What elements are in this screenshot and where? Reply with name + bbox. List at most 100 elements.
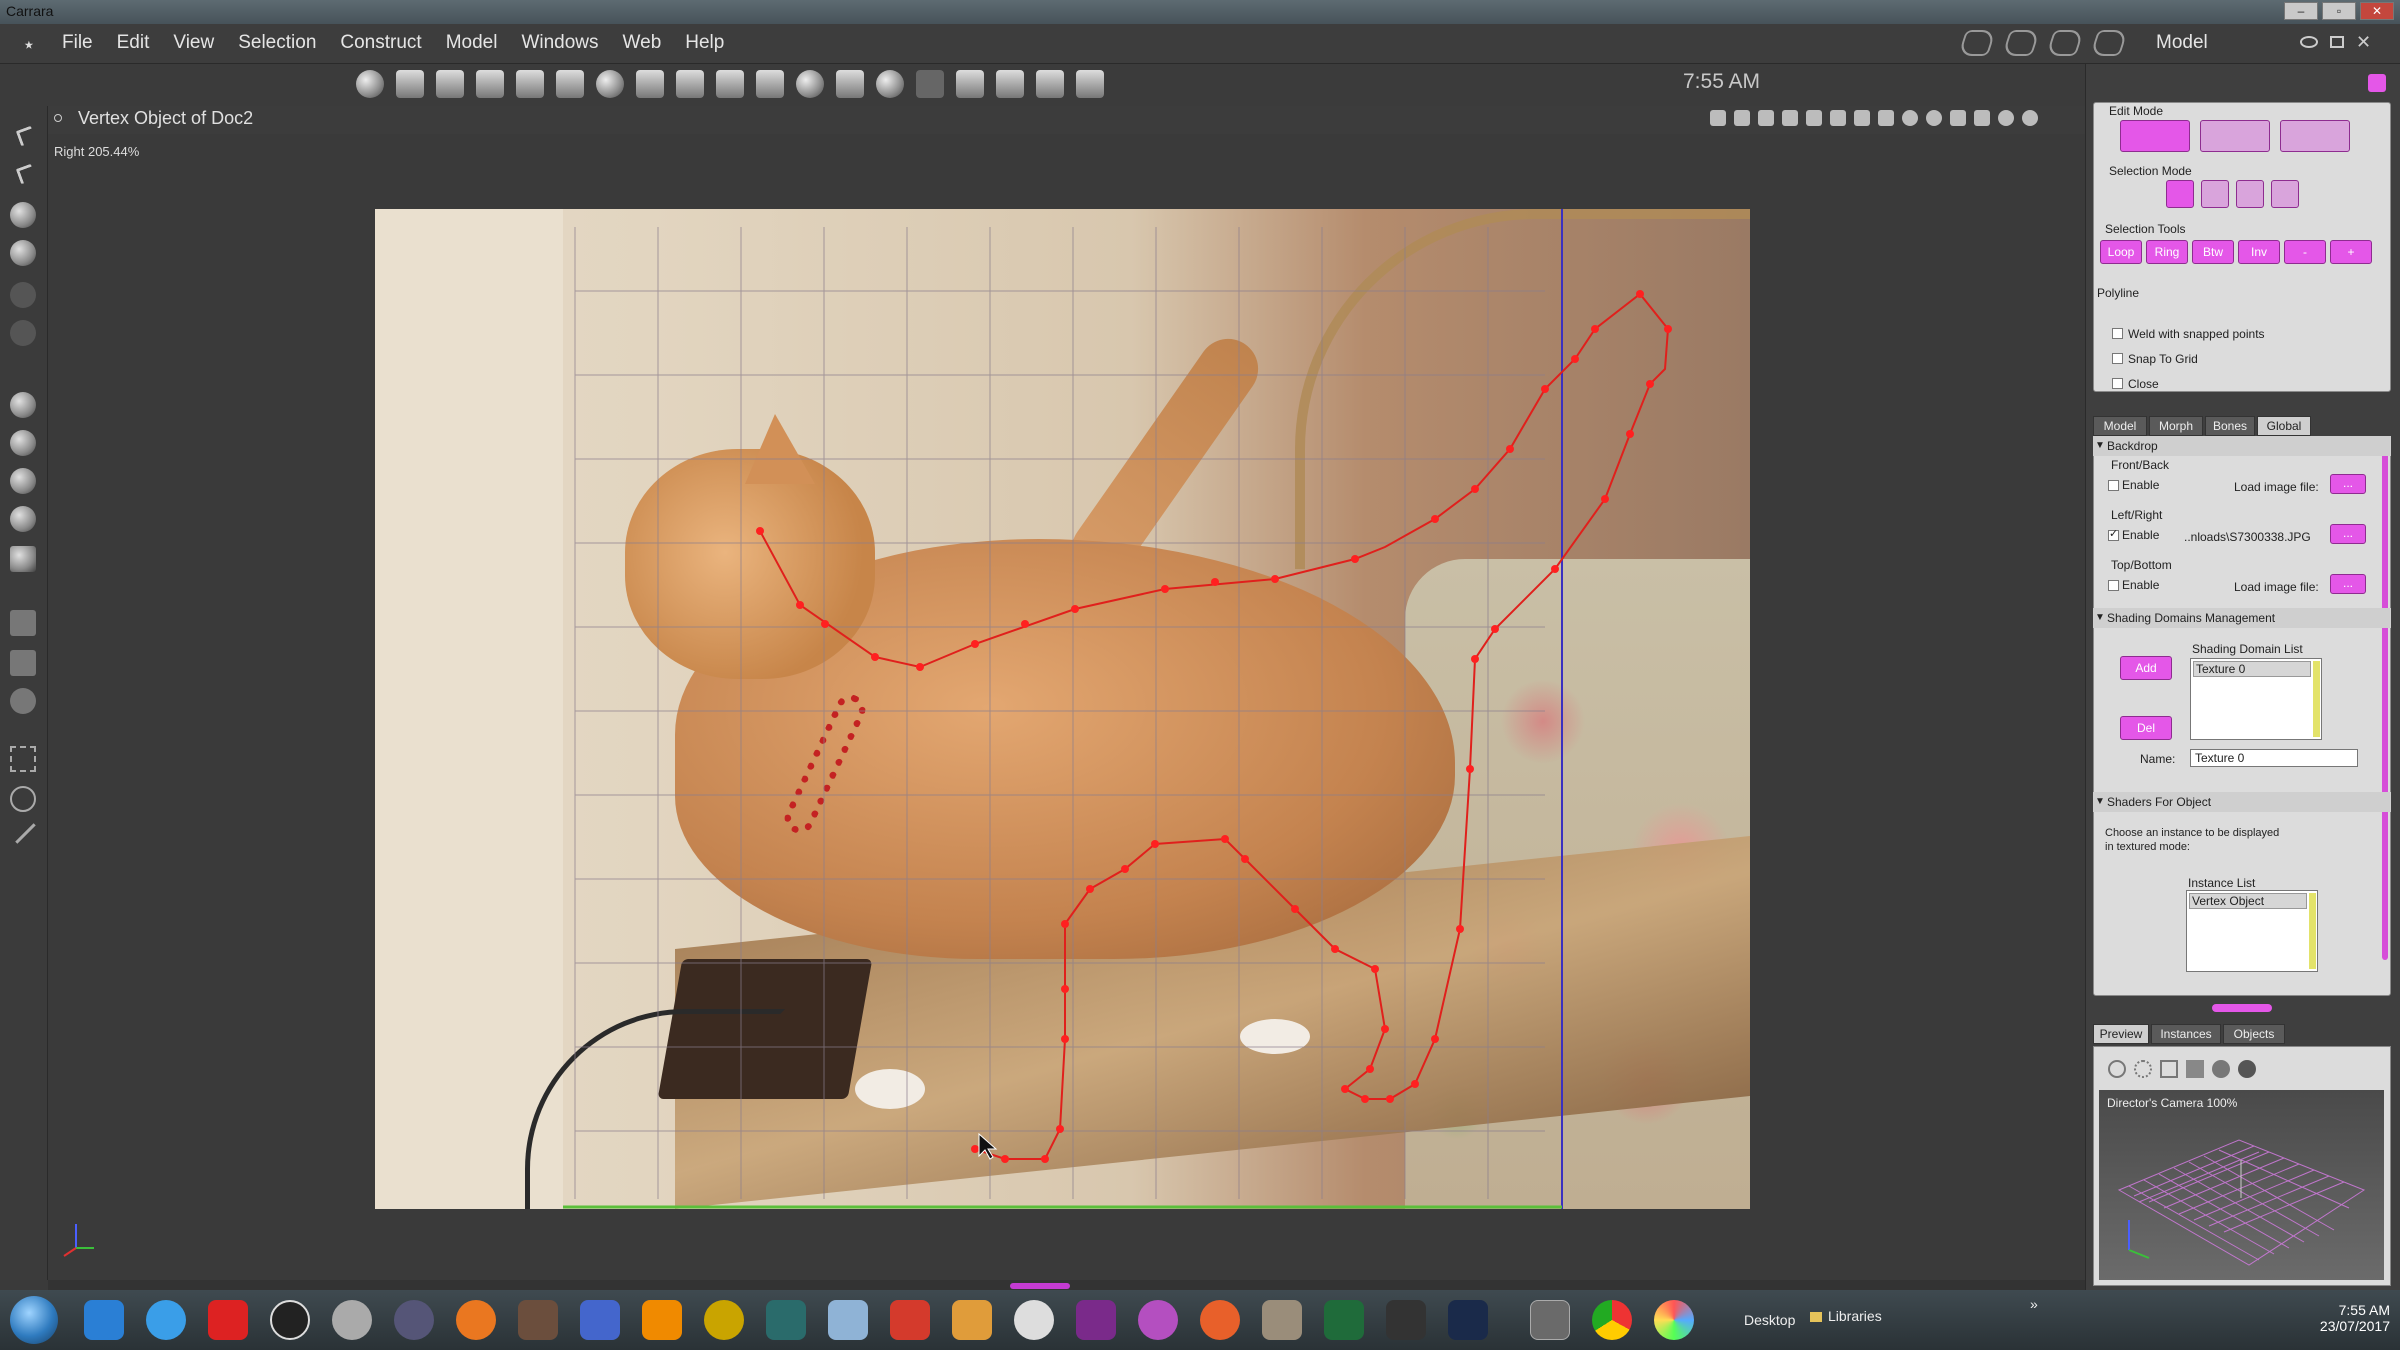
lasso-select-icon[interactable] [10,786,36,812]
bend-icon[interactable] [676,70,704,98]
vertex-overlay[interactable] [375,209,1750,1209]
taskbar-app-icon-26[interactable] [1654,1300,1694,1340]
triple-view-icon[interactable] [1806,110,1822,126]
quad-view-icon[interactable] [1782,110,1798,126]
instance-list[interactable]: Vertex Object [2186,890,2318,972]
select-edge-mode-button[interactable] [2201,180,2229,208]
front-back-enable-checkbox[interactable] [2108,480,2119,491]
toolbar-overflow-chevron[interactable]: » [2030,1296,2038,1312]
marquee-select-icon[interactable] [10,746,36,772]
front-back-browse-button[interactable]: ... [2330,474,2366,494]
ring-button[interactable]: Ring [2146,240,2188,264]
taskbar-app-icon-14[interactable] [890,1300,930,1340]
bag-shape-icon[interactable] [836,70,864,98]
close-window-button[interactable]: ✕ [2360,2,2394,20]
rotate-icon[interactable] [10,202,36,228]
menu-edit[interactable]: Edit [117,32,150,54]
room-assemble-icon[interactable] [1957,30,1997,56]
menu-windows[interactable]: Windows [521,32,598,54]
taskbar-app-icon-20[interactable] [1262,1300,1302,1340]
cube-corner-icon[interactable] [996,70,1024,98]
maximize-button[interactable]: ▫ [2322,2,2356,20]
tab-global[interactable]: Global [2257,416,2311,436]
dome-icon[interactable] [596,70,624,98]
menu-help[interactable]: Help [685,32,724,54]
stack-icon[interactable] [1036,70,1064,98]
menu-web[interactable]: Web [623,32,662,54]
edit-mode-mesh-button[interactable] [2280,120,2350,152]
panel-splitter-grip[interactable] [2212,1004,2272,1012]
sphere-primitive-icon[interactable] [356,70,384,98]
scale-icon[interactable] [10,506,36,532]
taskbar-app-icon-23[interactable] [1448,1300,1488,1340]
direct-select-icon[interactable] [15,163,37,185]
props-scrollbar[interactable] [2382,440,2388,960]
preview-flat-icon[interactable] [2186,1060,2204,1078]
edit-mode-polyline-button[interactable] [2200,120,2270,152]
taskbar-app-icon-19[interactable] [1200,1300,1240,1340]
taskbar-app-icon-12[interactable] [766,1300,806,1340]
add-domain-button[interactable]: Add [2120,656,2172,680]
shield-view-icon[interactable] [1830,110,1846,126]
tab-morph[interactable]: Morph [2149,416,2203,436]
camera-icon[interactable] [10,610,36,636]
move-yz-icon[interactable] [10,468,36,494]
taskbar-app-icon-11[interactable] [704,1300,744,1340]
taskbar-app-icon-8[interactable] [518,1300,558,1340]
taskbar-app-icon-16[interactable] [1014,1300,1054,1340]
extrude-icon[interactable] [556,70,584,98]
smooth-shade-icon[interactable] [1998,110,2014,126]
hammer-icon[interactable] [1076,70,1104,98]
scissors-icon[interactable] [476,70,504,98]
line-tool-icon[interactable] [916,70,944,98]
restore-icon[interactable] [2330,36,2344,48]
viewport-resize-grip[interactable] [1010,1283,1070,1289]
tab-preview[interactable]: Preview [2093,1024,2149,1044]
select-vertex-mode-button[interactable] [2166,180,2194,208]
close-room-icon[interactable]: ✕ [2356,32,2371,53]
taskbar-vlc-icon[interactable] [642,1300,682,1340]
wireframe-icon[interactable] [1926,110,1942,126]
textured-shade-icon[interactable] [2022,110,2038,126]
snap-to-grid-checkbox[interactable] [2112,353,2123,364]
preview-bbox-icon[interactable] [2108,1060,2126,1078]
frame-icon[interactable] [756,70,784,98]
delete-domain-button[interactable]: Del [2120,716,2172,740]
room-texture-icon[interactable] [2089,30,2129,56]
shading-list-scrollbar[interactable] [2313,661,2320,737]
taskbar-blender-icon[interactable] [456,1300,496,1340]
close-polyline-checkbox[interactable] [2112,378,2123,389]
taskbar-clock[interactable]: 7:55 AM 23/07/2017 [2300,1302,2390,1334]
move-xz-icon[interactable] [10,430,36,456]
weld-snapped-checkbox[interactable] [2112,328,2123,339]
select-object-mode-button[interactable] [2271,180,2299,208]
split-horizontal-icon[interactable] [1734,110,1750,126]
top-bottom-browse-button[interactable]: ... [2330,574,2366,594]
magnet-icon[interactable] [436,70,464,98]
taskbar-app-icon-13[interactable] [828,1300,868,1340]
top-bottom-enable-checkbox[interactable] [2108,580,2119,591]
grow-selection-button[interactable]: + [2330,240,2372,264]
preview-smooth-icon[interactable] [2212,1060,2230,1078]
preview-viewport[interactable]: Director's Camera 100% [2099,1090,2384,1280]
shield-view2-icon[interactable] [1854,110,1870,126]
blob-shape-icon[interactable] [876,70,904,98]
invert-button[interactable]: Inv [2238,240,2280,264]
preview-wire-icon[interactable] [2134,1060,2152,1078]
menu-view[interactable]: View [173,32,214,54]
move-xy-icon[interactable] [10,392,36,418]
shading-domain-list[interactable]: Texture 0 [2190,658,2322,740]
left-right-enable-checkbox[interactable] [2108,527,2119,541]
pen-tool-icon[interactable] [396,70,424,98]
tab-model[interactable]: Model [2093,416,2147,436]
taskbar-app-icon-3[interactable] [208,1300,248,1340]
taskbar-app-icon-17[interactable] [1076,1300,1116,1340]
zoom-magnifier-icon[interactable] [10,688,36,714]
taskbar-app-icon-1[interactable] [84,1300,124,1340]
room-model-icon[interactable] [2001,30,2041,56]
paint-select-icon[interactable] [10,818,36,844]
knife-icon[interactable] [516,70,544,98]
backdrop-section-header[interactable]: Backdrop [2093,436,2391,456]
start-button[interactable] [10,1296,58,1344]
lathe-icon[interactable] [636,70,664,98]
